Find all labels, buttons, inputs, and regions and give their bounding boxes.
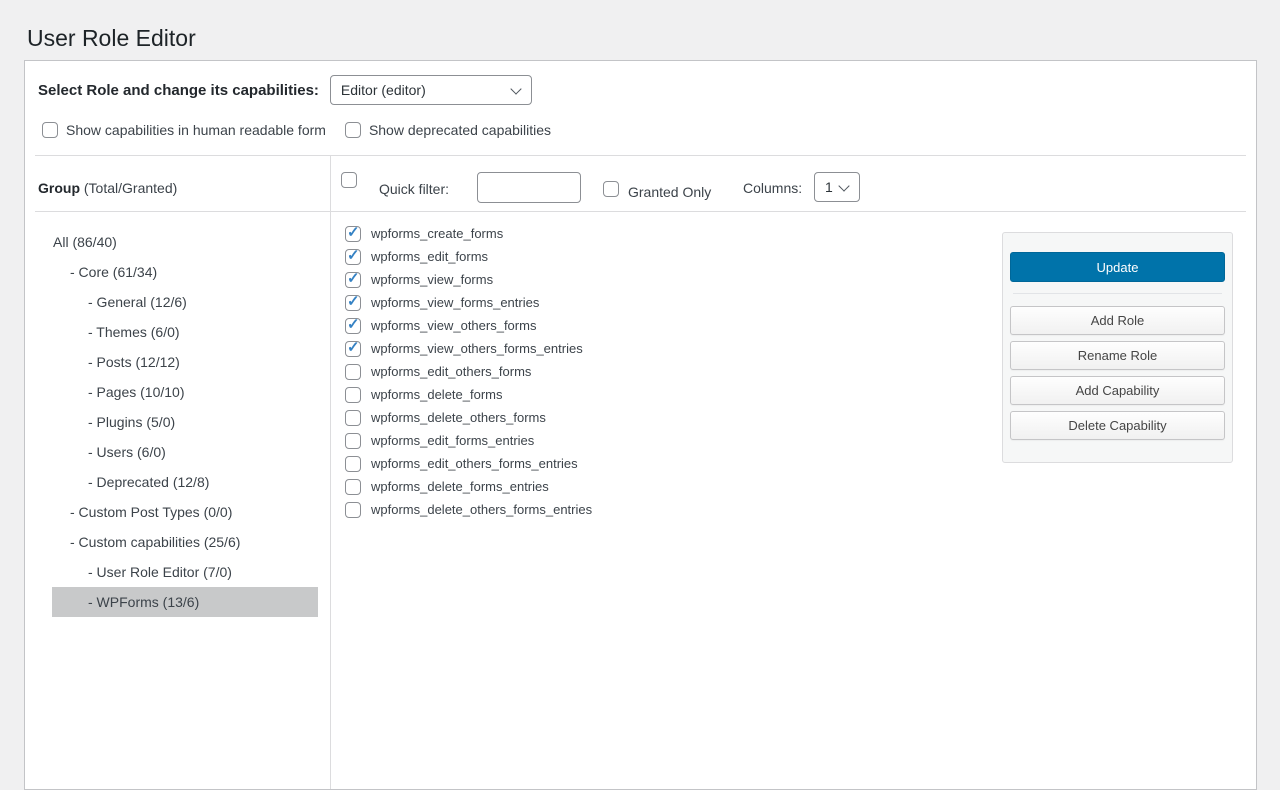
capability-list: wpforms_create_forms wpforms_edit_formswp…: [345, 222, 985, 521]
capability-checkbox[interactable]: [345, 341, 361, 357]
capability-row: wpforms_edit_forms: [345, 245, 985, 268]
capability-label: wpforms_create_forms: [371, 226, 503, 241]
group-tree-item[interactable]: - Custom Post Types (0/0): [52, 497, 318, 527]
capability-label: wpforms_edit_others_forms_entries: [371, 456, 578, 471]
group-tree-item[interactable]: - Pages (10/10): [52, 377, 318, 407]
capability-row: wpforms_create_forms: [345, 222, 985, 245]
capability-label: wpforms_view_others_forms_entries: [371, 341, 583, 356]
capability-label: wpforms_delete_forms: [371, 387, 503, 402]
capability-label: wpforms_view_forms: [371, 272, 493, 287]
group-column-header: Group (Total/Granted): [38, 180, 177, 196]
columns-label: Columns:: [743, 180, 802, 196]
capability-label: wpforms_delete_others_forms_entries: [371, 502, 592, 517]
group-tree-item[interactable]: - User Role Editor (7/0): [52, 557, 318, 587]
capability-row: wpforms_edit_forms_entries: [345, 429, 985, 452]
group-tree-item[interactable]: - Themes (6/0): [52, 317, 318, 347]
capability-row: wpforms_delete_forms: [345, 383, 985, 406]
capability-row: wpforms_delete_others_forms: [345, 406, 985, 429]
capability-label: wpforms_view_forms_entries: [371, 295, 539, 310]
capability-checkbox[interactable]: [345, 272, 361, 288]
divider: [1013, 293, 1222, 294]
capability-checkbox[interactable]: [345, 456, 361, 472]
user-role-editor-panel: Select Role and change its capabilities:…: [24, 60, 1257, 790]
show-deprecated-checkbox[interactable]: [345, 122, 361, 138]
page-title: User Role Editor: [27, 24, 196, 54]
capability-row: wpforms_view_forms: [345, 268, 985, 291]
group-tree-item[interactable]: All (86/40): [52, 227, 318, 257]
add-capability-button[interactable]: Add Capability: [1010, 376, 1225, 405]
capability-label: wpforms_delete_forms_entries: [371, 479, 549, 494]
capability-checkbox[interactable]: [345, 364, 361, 380]
capability-checkbox[interactable]: [345, 433, 361, 449]
group-header-bold: Group: [38, 180, 80, 196]
divider: [35, 155, 1246, 156]
columns-select-value: 1: [825, 179, 833, 195]
human-readable-label: Show capabilities in human readable form: [66, 122, 326, 138]
capability-checkbox[interactable]: [345, 249, 361, 265]
capability-label: wpforms_edit_others_forms: [371, 364, 531, 379]
role-select[interactable]: Editor (editor): [330, 75, 532, 105]
group-tree-item[interactable]: - Posts (12/12): [52, 347, 318, 377]
rename-role-button[interactable]: Rename Role: [1010, 341, 1225, 370]
granted-only-label: Granted Only: [628, 184, 711, 200]
chevron-down-icon: [510, 83, 521, 94]
chevron-down-icon: [838, 180, 849, 191]
role-selector-row: Select Role and change its capabilities:…: [38, 74, 532, 106]
capability-checkbox[interactable]: [345, 295, 361, 311]
group-tree-item[interactable]: - Custom capabilities (25/6): [52, 527, 318, 557]
group-tree-item[interactable]: - Deprecated (12/8): [52, 467, 318, 497]
granted-only-checkbox[interactable]: [603, 181, 619, 197]
group-tree-item[interactable]: - Core (61/34): [52, 257, 318, 287]
update-button[interactable]: Update: [1010, 252, 1225, 282]
group-tree-item[interactable]: - Plugins (5/0): [52, 407, 318, 437]
group-tree: All (86/40)- Core (61/34)- General (12/6…: [25, 212, 330, 617]
group-tree-item[interactable]: - WPForms (13/6): [52, 587, 318, 617]
capability-label: wpforms_edit_forms: [371, 249, 488, 264]
capability-row: wpforms_delete_forms_entries: [345, 475, 985, 498]
capability-row: wpforms_edit_others_forms: [345, 360, 985, 383]
action-panel: Update Add Role Rename Role Add Capabili…: [1002, 232, 1233, 463]
columns-select[interactable]: 1: [814, 172, 860, 202]
role-selector-label: Select Role and change its capabilities:: [38, 82, 319, 99]
capability-checkbox[interactable]: [345, 387, 361, 403]
capability-checkbox[interactable]: [345, 226, 361, 242]
capability-row: wpforms_view_others_forms_entries: [345, 337, 985, 360]
human-readable-checkbox[interactable]: [42, 122, 58, 138]
quick-filter-label: Quick filter:: [379, 181, 449, 197]
capability-label: wpforms_delete_others_forms: [371, 410, 546, 425]
show-deprecated-label: Show deprecated capabilities: [369, 122, 551, 138]
capability-checkbox[interactable]: [345, 318, 361, 334]
capability-checkbox[interactable]: [345, 502, 361, 518]
capability-label: wpforms_edit_forms_entries: [371, 433, 534, 448]
group-header-rest: (Total/Granted): [80, 180, 177, 196]
select-all-checkbox[interactable]: [341, 172, 357, 188]
capability-label: wpforms_view_others_forms: [371, 318, 536, 333]
capability-row: wpforms_delete_others_forms_entries: [345, 498, 985, 521]
capability-checkbox[interactable]: [345, 410, 361, 426]
group-tree-item[interactable]: - Users (6/0): [52, 437, 318, 467]
capability-row: wpforms_view_others_forms: [345, 314, 985, 337]
capability-row: wpforms_view_forms_entries: [345, 291, 985, 314]
group-tree-item[interactable]: - General (12/6): [52, 287, 318, 317]
quick-filter-input[interactable]: [477, 172, 581, 203]
capability-row: wpforms_edit_others_forms_entries: [345, 452, 985, 475]
capability-checkbox[interactable]: [345, 479, 361, 495]
delete-capability-button[interactable]: Delete Capability: [1010, 411, 1225, 440]
column-divider: [330, 156, 331, 789]
add-role-button[interactable]: Add Role: [1010, 306, 1225, 335]
options-row: Show capabilities in human readable form…: [42, 122, 570, 138]
role-select-value: Editor (editor): [341, 82, 426, 98]
